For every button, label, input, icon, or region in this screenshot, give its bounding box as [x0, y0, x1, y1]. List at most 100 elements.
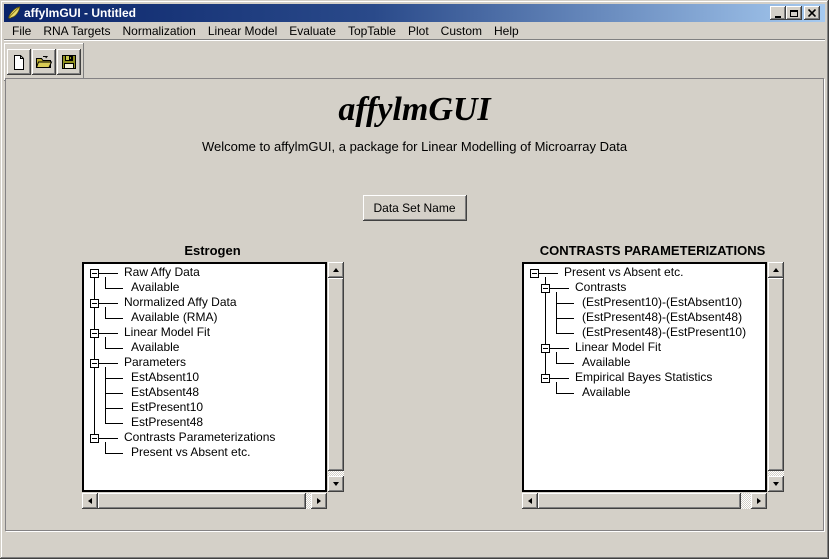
- chevron-left-icon: [88, 498, 92, 504]
- page-title: affylmGUI: [6, 91, 823, 129]
- tree-node-label[interactable]: Present vs Absent etc.: [131, 445, 250, 460]
- tree-line: [99, 333, 118, 334]
- tree-expand-toggle[interactable]: [90, 434, 99, 443]
- close-icon: [808, 9, 816, 17]
- tree-line: [550, 378, 569, 379]
- estrogen-tree[interactable]: Raw Affy DataAvailableNormalized Affy Da…: [84, 264, 325, 490]
- estrogen-horizontal-scrollbar[interactable]: [82, 493, 327, 509]
- close-button[interactable]: [804, 6, 820, 20]
- tree-expand-toggle[interactable]: [541, 374, 550, 383]
- tree-line: [94, 273, 95, 439]
- tree-node-label[interactable]: EstPresent10: [131, 400, 203, 415]
- tree-node-label[interactable]: EstPresent48: [131, 415, 203, 430]
- menu-normalization[interactable]: Normalization: [117, 23, 202, 39]
- tree-expand-toggle[interactable]: [541, 284, 550, 293]
- scroll-up-button[interactable]: [768, 262, 784, 278]
- tree-line: [550, 288, 569, 289]
- vertical-scroll-thumb[interactable]: [328, 278, 344, 471]
- tree-node-label[interactable]: Available: [582, 355, 630, 370]
- main-content: affylmGUI Welcome to affylmGUI, a packag…: [5, 78, 824, 531]
- tree-node-label[interactable]: Contrasts: [575, 280, 626, 295]
- window-title: affylmGUI - Untitled: [24, 4, 136, 22]
- tree-line: [105, 442, 106, 454]
- tree-line: [556, 382, 557, 394]
- tree-expand-toggle[interactable]: [90, 329, 99, 338]
- scroll-right-button[interactable]: [311, 493, 327, 509]
- scroll-up-button[interactable]: [328, 262, 344, 278]
- tree-node-label[interactable]: Available: [131, 340, 179, 355]
- chevron-down-icon: [773, 482, 779, 486]
- tree-node-label[interactable]: Contrasts Parameterizations: [124, 430, 275, 445]
- contrasts-horizontal-scrollbar[interactable]: [522, 493, 767, 509]
- tree-line: [556, 303, 574, 304]
- menu-evaluate[interactable]: Evaluate: [283, 23, 342, 39]
- horizontal-scroll-thumb[interactable]: [538, 493, 741, 509]
- open-folder-icon: [35, 54, 53, 70]
- menu-rna-targets[interactable]: RNA Targets: [37, 23, 116, 39]
- chevron-down-icon: [333, 482, 339, 486]
- estrogen-panel: Estrogen Raw Affy DataAvailableNormalize…: [82, 243, 343, 508]
- new-file-button[interactable]: [7, 49, 31, 75]
- menu-custom[interactable]: Custom: [435, 23, 488, 39]
- tree-node-label[interactable]: Available: [582, 385, 630, 400]
- estrogen-treebox[interactable]: Raw Affy DataAvailableNormalized Affy Da…: [82, 262, 327, 492]
- tree-line: [556, 318, 574, 319]
- contrasts-vertical-scrollbar[interactable]: [768, 262, 784, 492]
- tree-line: [99, 363, 118, 364]
- maximize-button[interactable]: [786, 6, 802, 20]
- estrogen-vertical-scrollbar[interactable]: [328, 262, 344, 492]
- tree-node-label[interactable]: (EstPresent48)-(EstPresent10): [582, 325, 746, 340]
- toolbar: [4, 43, 84, 81]
- tree-expand-toggle[interactable]: [90, 269, 99, 278]
- tree-expand-toggle[interactable]: [541, 344, 550, 353]
- menu-file[interactable]: File: [6, 23, 37, 39]
- scroll-down-button[interactable]: [768, 476, 784, 492]
- estrogen-tree-area: Raw Affy DataAvailableNormalized Affy Da…: [82, 262, 343, 508]
- scroll-track[interactable]: [741, 493, 751, 509]
- tree-node-label[interactable]: Empirical Bayes Statistics: [575, 370, 712, 385]
- tree-node-label[interactable]: Normalized Affy Data: [124, 295, 237, 310]
- tree-node-label[interactable]: Linear Model Fit: [575, 340, 661, 355]
- tree-node-label[interactable]: Linear Model Fit: [124, 325, 210, 340]
- contrasts-tree[interactable]: Present vs Absent etc.Contrasts(EstPrese…: [524, 264, 765, 490]
- save-file-button[interactable]: [57, 49, 81, 75]
- vertical-scroll-thumb[interactable]: [768, 278, 784, 471]
- menu-plot[interactable]: Plot: [402, 23, 435, 39]
- tree-line: [105, 423, 123, 424]
- tree-node-label[interactable]: EstAbsent48: [131, 385, 199, 400]
- titlebar[interactable]: affylmGUI - Untitled: [4, 4, 825, 22]
- tree-node-label[interactable]: Present vs Absent etc.: [564, 265, 683, 280]
- menu-toptable[interactable]: TopTable: [342, 23, 402, 39]
- chevron-up-icon: [333, 268, 339, 272]
- tree-node-label[interactable]: (EstPresent10)-(EstAbsent10): [582, 295, 742, 310]
- open-file-button[interactable]: [32, 49, 56, 75]
- scroll-left-button[interactable]: [522, 493, 538, 509]
- screen: affylmGUI - Untitled File RNA Targets No…: [0, 0, 829, 559]
- tree-node-label[interactable]: (EstPresent48)-(EstAbsent48): [582, 310, 742, 325]
- minimize-button[interactable]: [770, 6, 786, 20]
- window-controls: [770, 6, 820, 20]
- menu-linear-model[interactable]: Linear Model: [202, 23, 283, 39]
- tree-node-label[interactable]: Parameters: [124, 355, 186, 370]
- tree-line: [556, 333, 574, 334]
- tree-expand-toggle[interactable]: [90, 359, 99, 368]
- tree-line: [105, 337, 106, 349]
- chevron-right-icon: [757, 498, 761, 504]
- scroll-right-button[interactable]: [751, 493, 767, 509]
- tree-node-label[interactable]: Available (RMA): [131, 310, 217, 325]
- tree-line: [105, 307, 106, 319]
- tree-node-label[interactable]: Available: [131, 280, 179, 295]
- tree-expand-toggle[interactable]: [90, 299, 99, 308]
- scroll-down-button[interactable]: [328, 476, 344, 492]
- contrasts-treebox[interactable]: Present vs Absent etc.Contrasts(EstPrese…: [522, 262, 767, 492]
- tree-expand-toggle[interactable]: [530, 269, 539, 278]
- welcome-text: Welcome to affylmGUI, a package for Line…: [6, 139, 823, 154]
- menu-help[interactable]: Help: [488, 23, 525, 39]
- tree-line: [105, 348, 123, 349]
- scroll-left-button[interactable]: [82, 493, 98, 509]
- horizontal-scroll-thumb[interactable]: [98, 493, 306, 509]
- tree-line: [105, 393, 123, 394]
- tree-node-label[interactable]: Raw Affy Data: [124, 265, 200, 280]
- tree-node-label[interactable]: EstAbsent10: [131, 370, 199, 385]
- data-set-name-button[interactable]: Data Set Name: [362, 195, 466, 221]
